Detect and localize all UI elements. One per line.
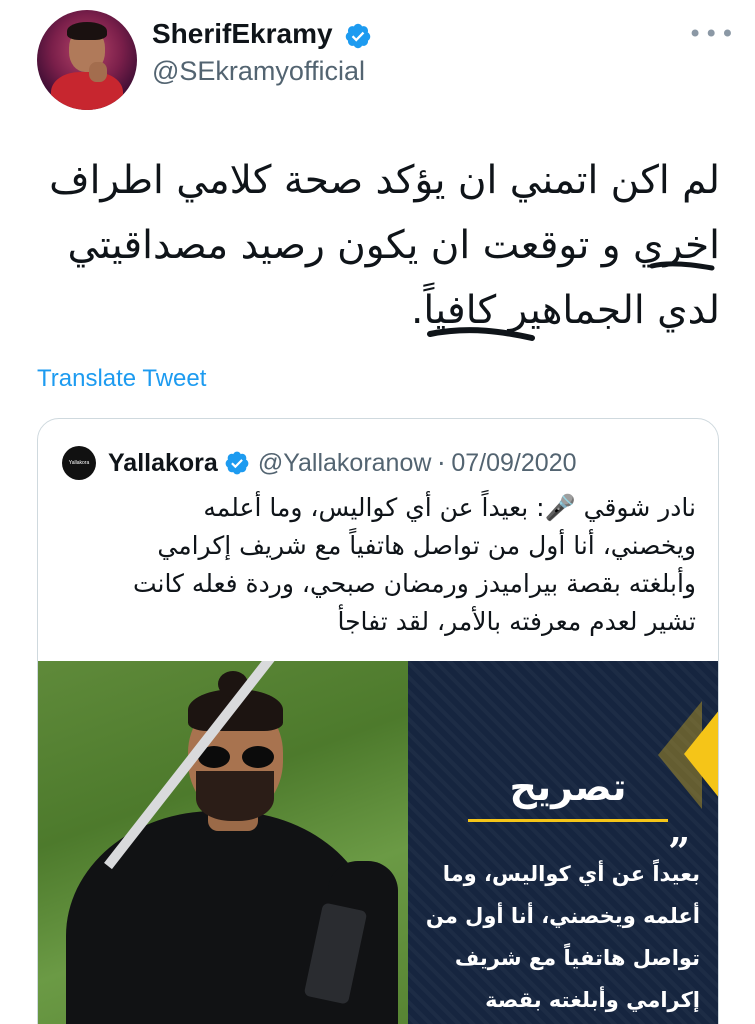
tweet-line: اخري و توقعت ان يكون رصيد مصداقيتي [67, 223, 720, 268]
quoted-line: وأبلغته بقصة بيراميدز ورمضان صبحي، وردة … [132, 569, 696, 598]
yallakora-logo[interactable]: Yallakora [62, 446, 96, 480]
quoted-author-handle[interactable]: @Yallakoranow [258, 449, 432, 478]
tweet-line: لم اكن اتمني ان يؤكد صحة كلامي اطراف [49, 158, 720, 203]
quoted-tweet-header: Yallakora Yallakora @Yallakoranow · 07/0… [62, 443, 577, 483]
header-separator: · [437, 448, 446, 478]
translate-tweet-link[interactable]: Translate Tweet [37, 365, 206, 393]
panel-line: إكرامي وأبلغته بقصة [485, 988, 700, 1012]
panel-divider [468, 819, 668, 822]
tweet-body: لم اكن اتمني ان يؤكد صحة كلامي اطراف اخر… [40, 148, 720, 343]
quoted-tweet-date[interactable]: 07/09/2020 [451, 449, 576, 478]
tweet-line: لدي الجماهير كافياً. [411, 288, 720, 333]
quoted-tweet-body: نادر شوقي 🎤: بعيداً عن أي كواليس، وما أع… [62, 489, 696, 641]
verified-badge-icon [225, 451, 249, 475]
panel-quote-text: بعيداً عن أي كواليس، وما أعلمه ويخصني، أ… [418, 853, 700, 1021]
verified-badge-icon [345, 23, 371, 49]
more-options-icon[interactable]: ••• [688, 20, 736, 48]
panel-line: أعلمه ويخصني، أنا أول من [425, 904, 700, 928]
tweet-header: SherifEkramy @SEkramyofficial ••• [0, 0, 755, 120]
quoted-line: ويخصني، أنا أول من تواصل هاتفياً مع شريف… [157, 531, 696, 560]
panel-line: تواصل هاتفياً مع شريف [454, 946, 700, 970]
quoted-tweet-card[interactable]: Yallakora Yallakora @Yallakoranow · 07/0… [37, 418, 719, 1024]
chevron-decoration-icon [684, 709, 718, 799]
panel-line: بعيداً عن أي كواليس، وما [442, 862, 700, 886]
author-handle[interactable]: @SEkramyofficial [152, 56, 365, 87]
quoted-author-name[interactable]: Yallakora [108, 449, 218, 478]
author-avatar[interactable] [37, 10, 137, 110]
quoted-tweet-media[interactable]: تصريح ” بعيداً عن أي كواليس، وما أعلمه و… [38, 661, 718, 1024]
quoted-line: تشير لعدم معرفته بالأمر، لقد تفاجأ [337, 607, 696, 636]
statement-panel: تصريح ” بعيداً عن أي كواليس، وما أعلمه و… [408, 661, 718, 1024]
quoted-line: نادر شوقي 🎤: بعيداً عن أي كواليس، وما أع… [203, 493, 696, 522]
panel-title: تصريح [509, 765, 627, 809]
player-photo [38, 661, 408, 1024]
author-display-name[interactable]: SherifEkramy [152, 18, 333, 50]
